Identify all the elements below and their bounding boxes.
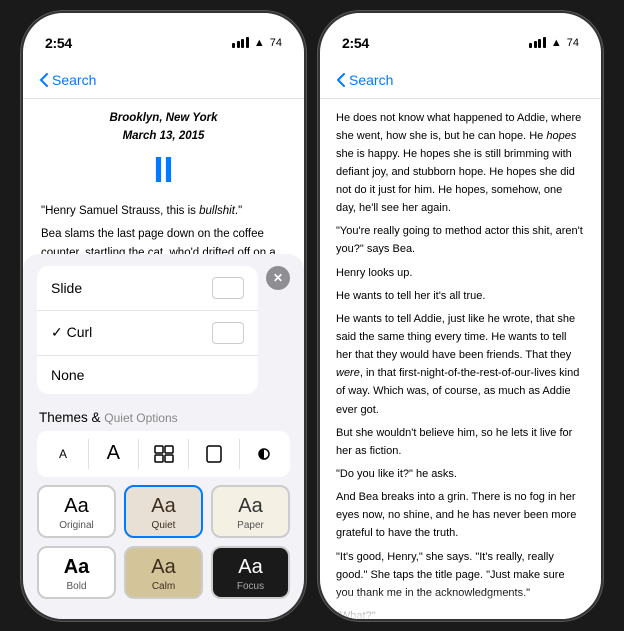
slide-option-curl[interactable]: ✓ Curl xyxy=(37,311,258,356)
right-para-5: He wants to tell Addie, just like he wro… xyxy=(336,310,585,419)
theme-focus[interactable]: Aa Focus xyxy=(211,546,290,599)
left-status-bar: 2:54 ▲ 74 xyxy=(23,13,304,63)
themes-title: Themes & Quiet Options xyxy=(39,410,178,425)
theme-bold[interactable]: Aa Bold xyxy=(37,546,116,599)
font-divider xyxy=(88,439,89,469)
right-nav-bar: Search xyxy=(320,63,601,99)
slide-icon xyxy=(212,277,244,299)
right-book-content: He does not know what happened to Addie,… xyxy=(320,99,601,621)
right-para-2: "You're really going to method actor thi… xyxy=(336,222,585,258)
right-phone: 2:54 ▲ 74 Search He xyxy=(318,11,603,621)
right-battery: 74 xyxy=(567,37,579,49)
right-para-9: "It's good, Henry," she says. "It's real… xyxy=(336,548,585,602)
curl-icon xyxy=(212,322,244,344)
themes-header: Themes & Quiet Options xyxy=(37,410,290,425)
right-wifi-icon: ▲ xyxy=(551,37,562,49)
right-signal-bars-icon xyxy=(529,37,546,48)
left-status-icons: ▲ 74 xyxy=(232,37,282,49)
left-battery: 74 xyxy=(270,37,282,49)
font-size-row: A A xyxy=(37,431,290,477)
right-time: 2:54 xyxy=(342,35,369,51)
right-status-icons: ▲ 74 xyxy=(529,37,579,49)
slide-option-slide[interactable]: Slide xyxy=(37,266,258,311)
right-back-button[interactable]: Search xyxy=(336,72,393,88)
signal-bars-icon xyxy=(232,37,249,48)
left-back-button[interactable]: Search xyxy=(39,72,96,88)
theme-quiet[interactable]: Aa Quiet xyxy=(124,485,203,538)
right-para-6: But she wouldn't believe him, so he lets… xyxy=(336,424,585,460)
left-nav-bar: Search xyxy=(23,63,304,99)
wifi-icon: ▲ xyxy=(254,37,265,49)
brightness-button[interactable] xyxy=(248,439,280,469)
right-para-1: He does not know what happened to Addie,… xyxy=(336,109,585,218)
slide-options: Slide ✓ Curl None xyxy=(37,266,258,394)
chapter-number: II xyxy=(41,148,286,191)
font-divider-4 xyxy=(239,439,240,469)
right-para-3: Henry looks up. xyxy=(336,264,585,282)
left-phone: 2:54 ▲ 74 Search xyxy=(21,11,306,621)
font-divider-2 xyxy=(138,439,139,469)
theme-original[interactable]: Aa Original xyxy=(37,485,116,538)
font-divider-3 xyxy=(188,439,189,469)
right-para-4: He wants to tell her it's all true. xyxy=(336,287,585,305)
overlay-panel: Slide ✓ Curl None ✕ Themes & Quiet Optio… xyxy=(23,254,304,619)
right-para-8: And Bea breaks into a grin. There is no … xyxy=(336,488,585,542)
themes-grid: Aa Original Aa Quiet Aa Paper xyxy=(37,485,290,599)
theme-calm[interactable]: Aa Calm xyxy=(124,546,203,599)
left-time: 2:54 xyxy=(45,35,72,51)
font-decrease-button[interactable]: A xyxy=(47,439,79,469)
font-layout-button[interactable] xyxy=(148,439,180,469)
book-location: Brooklyn, New York March 13, 2015 xyxy=(41,109,286,147)
right-status-bar: 2:54 ▲ 74 xyxy=(320,13,601,63)
right-para-7: "Do you like it?" he asks. xyxy=(336,465,585,483)
slide-option-none[interactable]: None xyxy=(37,356,258,394)
book-header: Brooklyn, New York March 13, 2015 II xyxy=(41,109,286,192)
phones-container: 2:54 ▲ 74 Search xyxy=(11,1,613,631)
theme-paper[interactable]: Aa Paper xyxy=(211,485,290,538)
right-para-10: "What?" xyxy=(336,607,585,620)
close-button[interactable]: ✕ xyxy=(266,266,290,290)
book-paragraph-1: "Henry Samuel Strauss, this is bullshit.… xyxy=(41,202,286,221)
font-increase-button[interactable]: A xyxy=(97,439,129,469)
font-page-button[interactable] xyxy=(198,439,230,469)
